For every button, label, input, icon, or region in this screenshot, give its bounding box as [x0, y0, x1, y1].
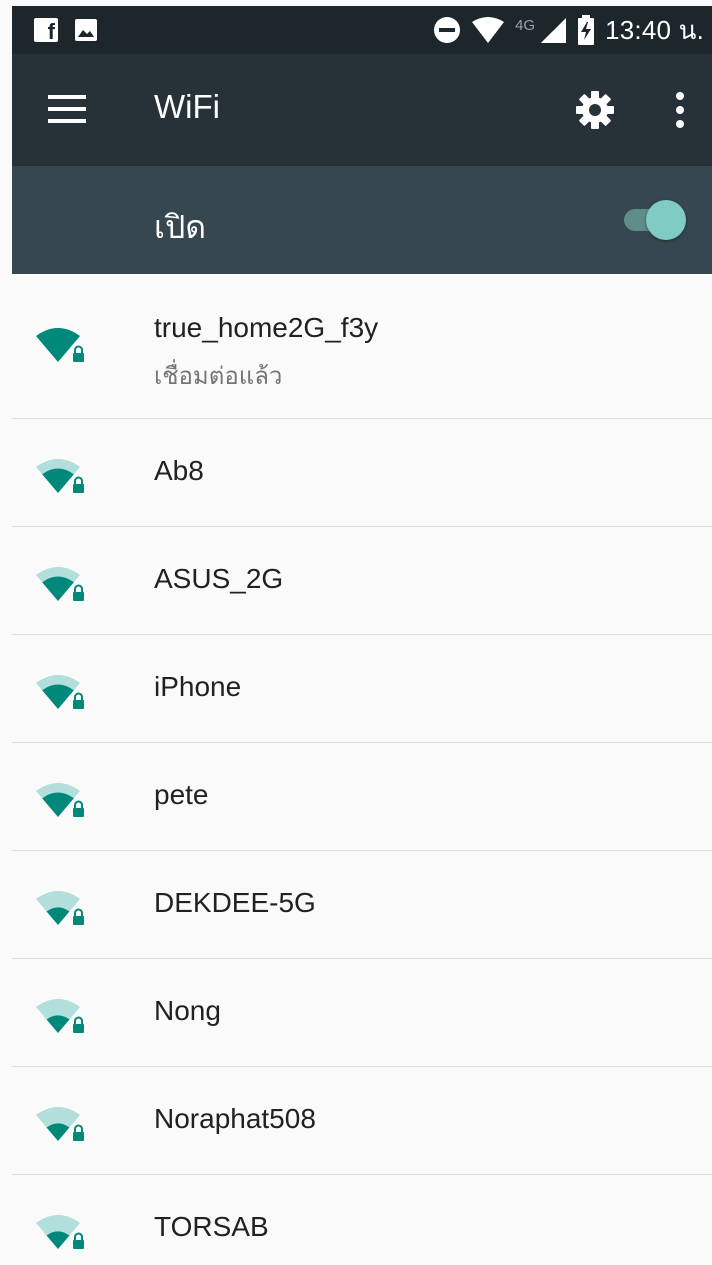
network-type-label: 4G — [515, 16, 536, 34]
network-name: Nong — [154, 995, 221, 1026]
notification-icons: f — [34, 18, 98, 44]
do-not-disturb-icon — [434, 17, 461, 43]
network-status: เชื่อมต่อแล้ว — [154, 363, 283, 390]
network-item[interactable]: Nong — [12, 959, 712, 1067]
network-item[interactable]: iPhone — [12, 635, 712, 743]
network-item[interactable]: true_home2G_f3y เชื่อมต่อแล้ว — [12, 274, 712, 419]
status-clock: 13:40 น. — [605, 14, 704, 45]
network-name: iPhone — [154, 671, 242, 702]
network-name: Ab8 — [154, 455, 204, 486]
more-vert-icon[interactable] — [672, 90, 688, 130]
system-icons: 4G 13:40 น. — [433, 14, 704, 46]
wifi-lock-icon — [34, 993, 90, 1041]
network-item[interactable]: Noraphat508 — [12, 1067, 712, 1175]
menu-icon[interactable] — [48, 92, 86, 126]
wifi-toggle-row[interactable]: เปิด — [12, 166, 712, 274]
network-name: DEKDEE-5G — [154, 887, 316, 918]
app-bar: WiFi — [12, 54, 712, 166]
wifi-lock-icon — [34, 561, 90, 609]
cell-signal-icon — [541, 18, 567, 43]
wifi-lock-icon — [34, 669, 90, 717]
wifi-lock-icon — [34, 777, 90, 825]
gallery-icon — [75, 19, 97, 41]
network-item[interactable]: TORSAB — [12, 1175, 712, 1265]
page-title: WiFi — [154, 88, 220, 125]
wifi-lock-icon — [34, 1209, 90, 1257]
switch-thumb — [646, 200, 686, 240]
wifi-lock-icon — [34, 453, 90, 501]
wifi-switch[interactable] — [622, 200, 686, 240]
wifi-settings-screen: f 4G 13:40 น. WiFi เปิด true_home2G_f3y … — [0, 0, 712, 1265]
facebook-icon: f — [34, 18, 58, 44]
wifi-toggle-label: เปิด — [154, 209, 207, 245]
network-list: true_home2G_f3y เชื่อมต่อแล้ว Ab8 ASUS_2G… — [12, 274, 712, 1265]
network-item[interactable]: Ab8 — [12, 419, 712, 527]
network-item[interactable]: DEKDEE-5G — [12, 851, 712, 959]
wifi-lock-icon — [34, 1101, 90, 1149]
status-bar: f 4G 13:40 น. — [12, 6, 712, 54]
network-name: ASUS_2G — [154, 563, 284, 594]
network-item[interactable]: pete — [12, 743, 712, 851]
battery-charging-icon — [578, 15, 595, 45]
network-item[interactable]: ASUS_2G — [12, 527, 712, 635]
gear-icon[interactable] — [575, 90, 615, 130]
network-name: TORSAB — [154, 1211, 269, 1242]
network-name: pete — [154, 779, 209, 810]
network-name: Noraphat508 — [154, 1103, 316, 1134]
wifi-lock-icon — [34, 322, 90, 370]
wifi-signal-icon — [472, 17, 505, 43]
network-name: true_home2G_f3y — [154, 312, 379, 343]
wifi-lock-icon — [34, 885, 90, 933]
